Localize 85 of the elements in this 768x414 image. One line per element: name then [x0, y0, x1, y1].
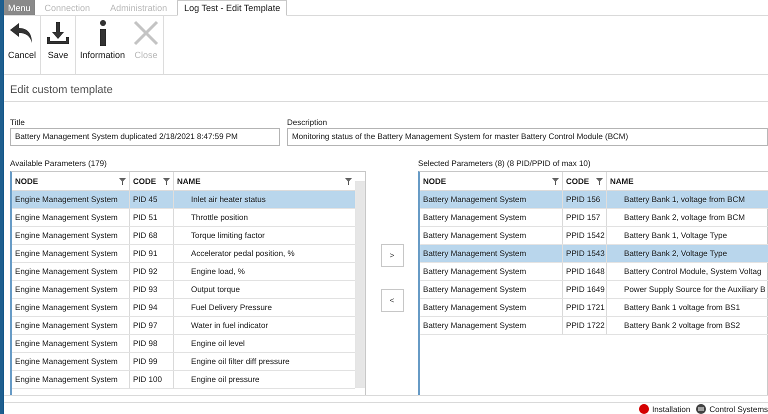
description-field[interactable]: Monitoring status of the Battery Management System for master Battery Control Module (BCM) — [287, 128, 768, 146]
table-cell[interactable]: Battery Management System — [420, 209, 563, 228]
table-cell[interactable]: Power Supply Source for the Auxiliary B — [607, 281, 768, 300]
alert-icon — [639, 404, 650, 414]
table-cell[interactable]: Battery Bank 1 voltage from BS1 — [607, 299, 768, 318]
table-cell[interactable]: Engine Management System — [12, 245, 130, 264]
table-cell[interactable]: PID 97 — [130, 317, 174, 336]
toolbar-button[interactable]: Cancel — [4, 16, 42, 74]
filter-icon[interactable] — [163, 178, 170, 185]
list-label: Selected Parameters (8) (8 PID/PPID of max 10) — [418, 159, 592, 168]
table-cell[interactable]: Engine oil level — [174, 335, 355, 354]
table-cell[interactable]: Engine Management System — [12, 227, 130, 246]
table-cell[interactable]: PID 45 — [130, 191, 174, 210]
table-cell[interactable]: Battery Management System — [420, 245, 563, 264]
table-cell[interactable]: Engine Management System — [12, 353, 130, 372]
column-header[interactable]: NAME — [607, 172, 768, 192]
column-header[interactable]: NODE — [12, 172, 130, 192]
table-cell[interactable]: Battery Control Module, System Voltag — [607, 263, 768, 282]
table-cell[interactable]: Battery Bank 2, Voltage Type — [607, 245, 768, 264]
table-cell[interactable]: PID 99 — [130, 353, 174, 372]
horizontal-scrollbar[interactable] — [4, 394, 768, 404]
table-cell[interactable]: Battery Management System — [420, 317, 563, 336]
move-button[interactable]: < — [380, 288, 404, 312]
list-label: Available Parameters (179) — [10, 159, 108, 168]
save-icon — [45, 20, 72, 46]
table-cell[interactable]: Battery Management System — [420, 299, 563, 318]
column-header[interactable]: CODE — [130, 172, 174, 192]
table-cell[interactable]: Engine Management System — [12, 263, 130, 282]
column-header[interactable]: CODE — [563, 172, 607, 192]
toolbar-button[interactable]: Information — [76, 16, 130, 74]
table-cell[interactable]: PPID 1649 — [563, 281, 607, 300]
table-cell[interactable]: Engine Management System — [12, 281, 130, 300]
table-cell[interactable]: PPID 1721 — [563, 299, 607, 318]
table-cell[interactable]: Engine Management System — [12, 209, 130, 228]
filter-icon[interactable] — [345, 178, 352, 185]
table-cell[interactable]: PID 68 — [130, 227, 174, 246]
table-cell[interactable]: Engine Management System — [12, 371, 130, 390]
table-cell[interactable]: Battery Management System — [420, 191, 563, 210]
table-cell[interactable]: Engine oil pressure — [174, 371, 355, 390]
table-cell[interactable]: PID 94 — [130, 299, 174, 318]
table-cell[interactable]: Accelerator pedal position, % — [174, 245, 355, 264]
table-cell[interactable]: Battery Bank 2, voltage from BCM — [607, 209, 768, 228]
close-icon — [133, 20, 160, 46]
table-cell[interactable]: Throttle position — [174, 209, 355, 228]
column-header[interactable]: NODE — [420, 172, 563, 192]
toolbar-button[interactable]: Save — [41, 16, 76, 74]
table-cell[interactable]: Battery Management System — [420, 263, 563, 282]
table-cell[interactable]: PID 91 — [130, 245, 174, 264]
section-heading: Edit custom template — [4, 78, 768, 102]
field-label: Title — [10, 118, 26, 128]
table-cell[interactable]: PPID 156 — [563, 191, 607, 210]
filter-icon[interactable] — [552, 178, 559, 185]
table-cell[interactable]: Engine Management System — [12, 335, 130, 354]
vertical-scrollbar[interactable] — [355, 172, 365, 398]
title-field[interactable]: Battery Management System duplicated 2/18/2021 8:47:59 PM — [10, 128, 280, 146]
table-cell[interactable]: Fuel Delivery Pressure — [174, 299, 355, 318]
table-cell[interactable]: Engine load, % — [174, 263, 355, 282]
table-cell[interactable]: Engine Management System — [12, 191, 130, 210]
status-item[interactable]: Control Systems — [709, 404, 768, 414]
table-cell[interactable]: PPID 157 — [563, 209, 607, 228]
table-cell[interactable]: PID 98 — [130, 335, 174, 354]
status-item[interactable]: Installation — [652, 404, 690, 414]
table-cell[interactable]: PPID 1722 — [563, 317, 607, 336]
table-cell[interactable]: Engine Management System — [12, 299, 130, 318]
table-cell[interactable]: PPID 1543 — [563, 245, 607, 264]
table-cell[interactable]: Torque limiting factor — [174, 227, 355, 246]
table-cell[interactable]: Battery Management System — [420, 281, 563, 300]
field-label: Description — [287, 118, 328, 128]
info-icon — [98, 20, 108, 46]
table-cell[interactable]: Engine oil filter diff pressure — [174, 353, 355, 372]
table-cell[interactable]: Water in fuel indicator — [174, 317, 355, 336]
table-cell[interactable]: Battery Bank 1, voltage from BCM — [607, 191, 768, 210]
filter-icon[interactable] — [596, 178, 603, 185]
table-cell[interactable]: PID 51 — [130, 209, 174, 228]
table-cell[interactable]: PID 92 — [130, 263, 174, 282]
table-cell[interactable]: Engine Management System — [12, 317, 130, 336]
table-cell[interactable]: PPID 1648 — [563, 263, 607, 282]
table-cell[interactable]: PID 93 — [130, 281, 174, 300]
table-cell[interactable]: PID 100 — [130, 371, 174, 390]
move-button[interactable]: > — [380, 244, 404, 267]
table-cell[interactable]: Inlet air heater status — [174, 191, 355, 210]
table-cell[interactable]: Output torque — [174, 281, 355, 300]
filter-icon[interactable] — [119, 178, 126, 185]
tab[interactable]: Log Test - Edit Template — [177, 0, 288, 16]
table-cell[interactable]: Battery Bank 2 voltage from BS2 — [607, 317, 768, 336]
